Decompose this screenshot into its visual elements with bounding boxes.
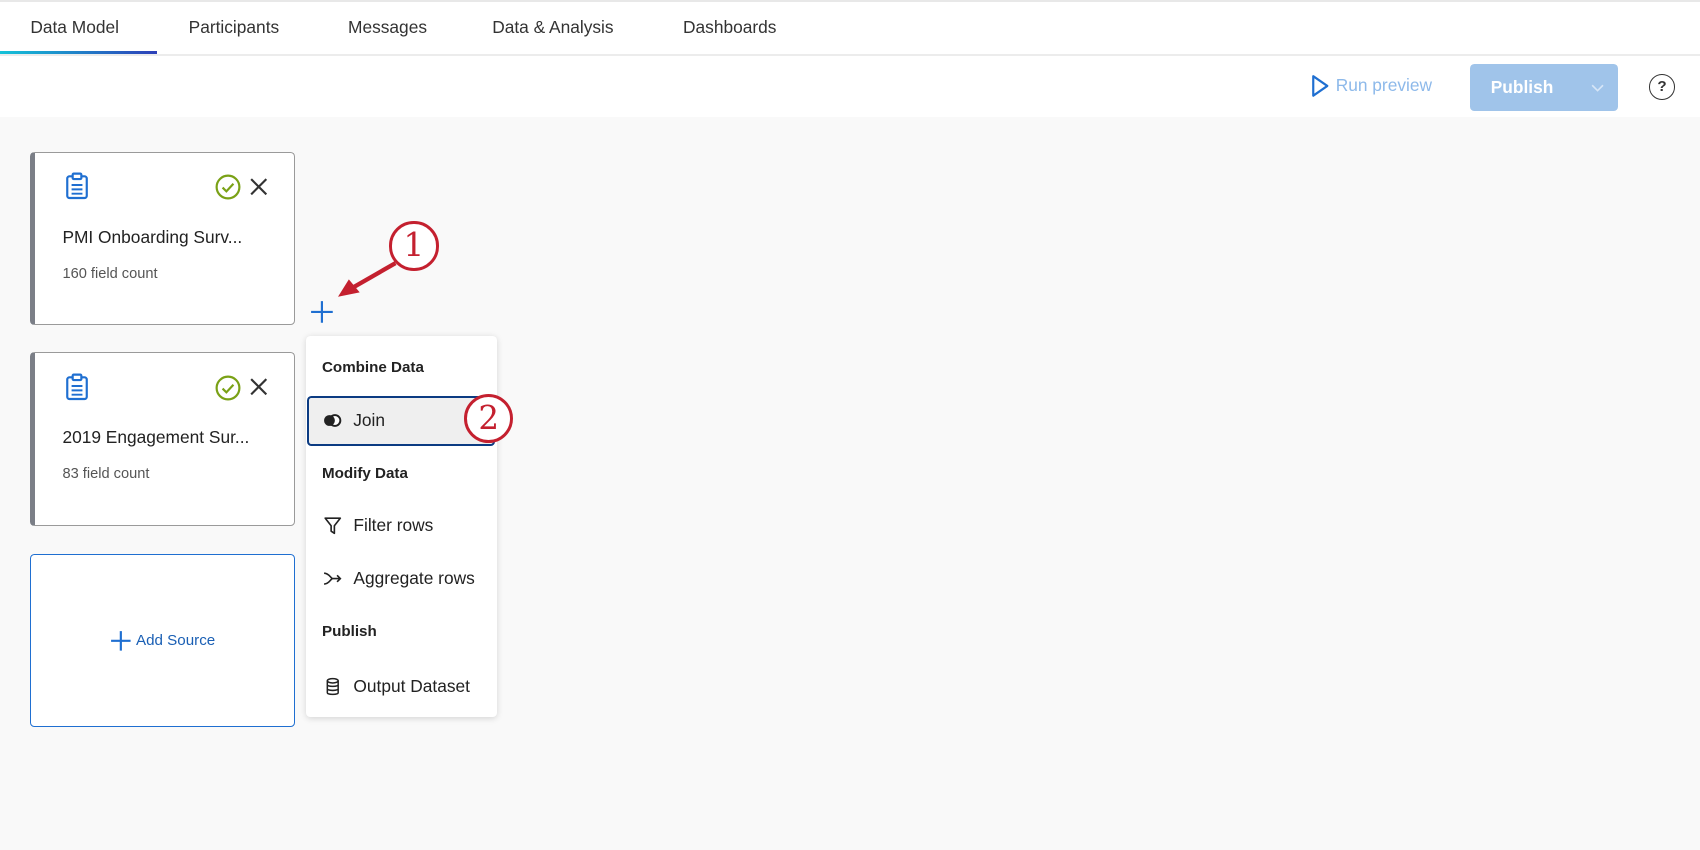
annotation-badge-1: 1 bbox=[389, 221, 439, 271]
field-count: 83 field count bbox=[62, 466, 150, 483]
field-count: 160 field count bbox=[62, 265, 158, 282]
filter-icon bbox=[324, 517, 342, 535]
tab-messages[interactable]: Messages bbox=[348, 17, 427, 38]
menu-item-filter-rows[interactable]: Filter rows bbox=[307, 501, 496, 551]
aggregate-rows-label: Aggregate rows bbox=[353, 568, 475, 589]
menu-item-output-dataset[interactable]: Output Dataset bbox=[307, 661, 496, 711]
source-card[interactable]: 2019 Engagement Sur... 83 field count bbox=[30, 352, 295, 526]
source-title: 2019 Engagement Sur... bbox=[62, 427, 250, 448]
run-preview-label: Run preview bbox=[1335, 75, 1432, 96]
add-source-label: Add Source bbox=[136, 632, 216, 650]
check-circle-icon bbox=[215, 174, 241, 200]
tab-bar: Data Model Participants Messages Data & … bbox=[0, 2, 1700, 57]
join-label: Join bbox=[353, 410, 386, 431]
menu-heading-publish: Publish bbox=[321, 623, 377, 641]
survey-clipboard-icon bbox=[65, 172, 88, 200]
output-dataset-label: Output Dataset bbox=[353, 675, 470, 696]
plus-icon bbox=[111, 630, 131, 651]
join-icon bbox=[323, 414, 342, 428]
tab-dashboards[interactable]: Dashboards bbox=[683, 17, 776, 38]
aggregate-icon bbox=[324, 572, 342, 586]
menu-heading-combine: Combine Data bbox=[321, 358, 424, 376]
menu-item-aggregate-rows[interactable]: Aggregate rows bbox=[307, 554, 496, 604]
tab-data-analysis[interactable]: Data & Analysis bbox=[492, 17, 613, 38]
check-circle-icon bbox=[215, 375, 241, 401]
chevron-down-icon[interactable] bbox=[1590, 82, 1605, 93]
annotation-badge-2: 2 bbox=[464, 393, 514, 443]
menu-heading-modify: Modify Data bbox=[321, 465, 408, 483]
run-preview-button[interactable]: Run preview bbox=[1310, 74, 1432, 98]
add-source-button[interactable]: Add Source bbox=[30, 554, 295, 728]
source-card[interactable]: PMI Onboarding Surv... 160 field count bbox=[30, 151, 295, 326]
survey-clipboard-icon bbox=[65, 373, 88, 400]
close-icon[interactable] bbox=[249, 377, 269, 397]
help-button[interactable]: ? bbox=[1649, 73, 1675, 100]
tab-participants[interactable]: Participants bbox=[189, 17, 280, 38]
database-icon bbox=[326, 677, 339, 695]
filter-rows-label: Filter rows bbox=[353, 515, 434, 536]
source-title: PMI Onboarding Surv... bbox=[62, 226, 243, 247]
publish-label: Publish bbox=[1490, 76, 1554, 97]
toolbar bbox=[0, 56, 1700, 118]
tab-data-model[interactable]: Data Model bbox=[30, 17, 119, 38]
add-step-menu: Combine Data Join Modify Data Filter row… bbox=[305, 336, 497, 717]
active-tab-indicator bbox=[0, 50, 158, 55]
close-icon[interactable] bbox=[249, 177, 269, 197]
publish-button[interactable]: Publish bbox=[1470, 63, 1618, 111]
play-icon bbox=[1311, 74, 1329, 97]
